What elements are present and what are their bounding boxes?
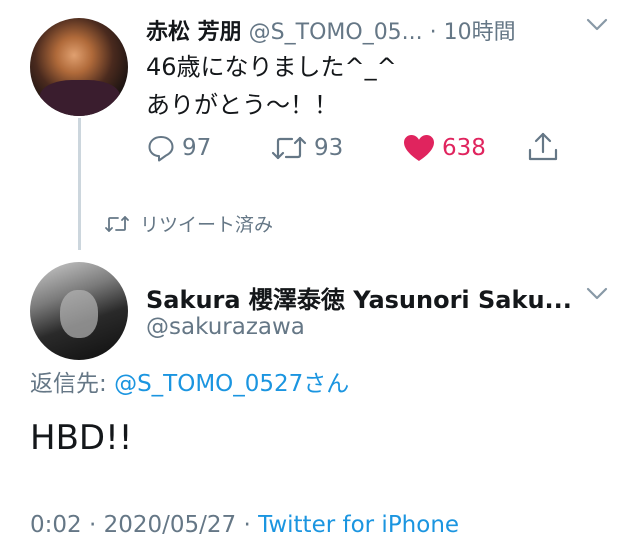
heart-icon <box>402 133 436 163</box>
retweet-icon <box>270 133 308 163</box>
chevron-down-icon[interactable] <box>586 18 608 32</box>
tweet-header: 赤松 芳朋 @S_TOMO_05... · 10時間 <box>146 14 516 46</box>
share-icon[interactable] <box>526 130 560 164</box>
source-link[interactable]: Twitter for iPhone <box>258 512 459 538</box>
retweet-count: 93 <box>314 135 344 161</box>
reply-button[interactable]: 97 <box>146 133 211 163</box>
author-name[interactable]: 赤松 芳朋 <box>146 20 242 45</box>
retweet-button[interactable]: 93 <box>270 133 343 163</box>
retweet-icon <box>104 214 130 234</box>
retweeted-indicator: リツイート済み <box>104 210 273 237</box>
tweet-text-line: 46歳になりました^_^ <box>146 53 397 81</box>
separator: · <box>429 20 437 45</box>
avatar[interactable] <box>30 262 128 360</box>
replying-to: 返信先: @S_TOMO_0527さん <box>30 364 349 398</box>
replying-prefix: 返信先: <box>30 371 115 397</box>
like-button[interactable]: 638 <box>402 133 486 163</box>
tweet-text: HBD!! <box>30 418 133 458</box>
reply-count: 97 <box>182 135 212 161</box>
avatar-shirt <box>40 80 120 116</box>
timestamp[interactable]: 10時間 <box>444 20 516 45</box>
thread-line <box>78 118 81 250</box>
replying-to-link[interactable]: @S_TOMO_0527さん <box>114 371 349 397</box>
avatar-face <box>60 290 98 338</box>
tweet-meta: 0:02 · 2020/05/27 · Twitter for iPhone <box>30 512 459 538</box>
like-count: 638 <box>442 135 486 161</box>
author-name[interactable]: Sakura 櫻澤泰徳 Yasunori Saku... <box>146 280 572 315</box>
tweet-text: 46歳になりました^_^ ありがとう〜！！ <box>146 48 397 124</box>
tweet-text-line: ありがとう〜！！ <box>146 91 338 119</box>
retweeted-label: リツイート済み <box>140 214 274 236</box>
chevron-down-icon[interactable] <box>586 287 608 301</box>
timestamp[interactable]: 0:02 · 2020/05/27 · <box>30 512 258 538</box>
author-handle[interactable]: @sakurazawa <box>146 314 305 340</box>
author-handle[interactable]: @S_TOMO_05... <box>249 20 423 45</box>
reply-icon <box>146 133 176 163</box>
avatar[interactable] <box>30 18 128 116</box>
